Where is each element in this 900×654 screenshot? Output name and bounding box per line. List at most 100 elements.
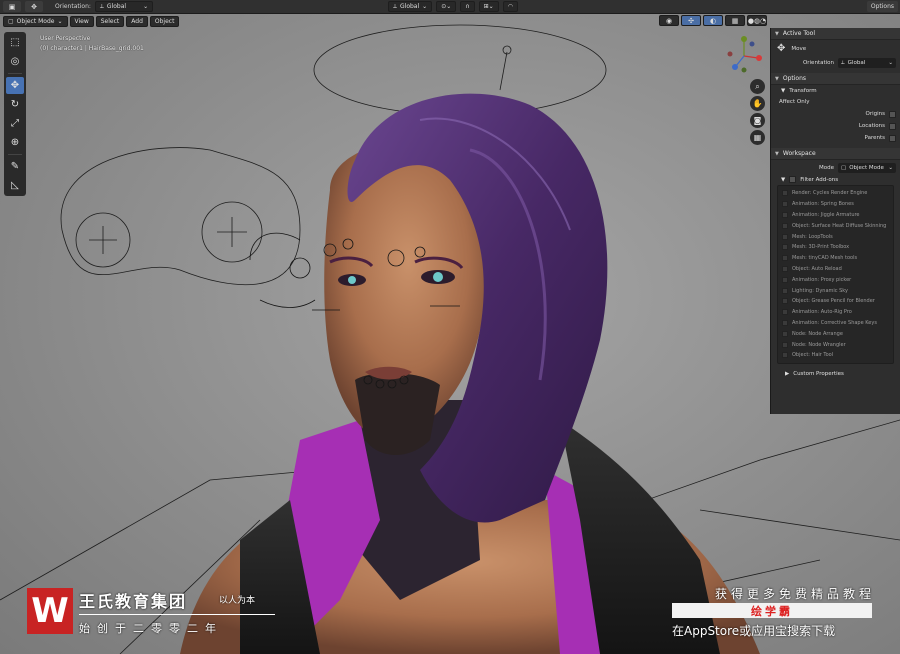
orientation-field[interactable]: ⟂ Global ⌄	[838, 58, 896, 68]
pivot-value: Global	[400, 3, 420, 10]
neg-z-axis-handle[interactable]	[749, 41, 755, 47]
ortho-toggle-button[interactable]: ▦	[750, 130, 765, 145]
addon-item[interactable]: Object: Grease Pencil for Blender	[778, 296, 893, 307]
addon-checkbox[interactable]	[782, 265, 788, 272]
addon-checkbox[interactable]	[782, 341, 788, 348]
addon-item[interactable]: Object: Hair Tool	[778, 350, 893, 361]
transform-tool[interactable]: ⊕	[6, 134, 24, 151]
object-menu[interactable]: Object	[149, 15, 180, 27]
collapse-triangle-icon[interactable]: ▼	[781, 177, 785, 183]
axis-icon: ⟂	[393, 2, 398, 10]
view-menu[interactable]: View	[69, 15, 94, 27]
camera-view-button[interactable]: ◙	[750, 113, 765, 128]
proportional-edit-button[interactable]: ◠	[502, 1, 518, 12]
neg-y-axis-handle[interactable]	[741, 67, 747, 73]
mode-value: Object Mode	[849, 165, 884, 171]
x-axis-handle[interactable]	[756, 55, 762, 61]
locations-checkbox[interactable]	[889, 122, 896, 130]
cursor-tool[interactable]: ◎	[6, 53, 24, 70]
editor-type-button[interactable]: ▣	[3, 1, 21, 12]
snap-button[interactable]: ∩	[460, 1, 475, 12]
axis-icon: ⟂	[99, 2, 104, 10]
options-button[interactable]: Options	[866, 1, 898, 12]
addon-item[interactable]: Node: Node Arrange	[778, 328, 893, 339]
addon-item[interactable]: Animation: Spring Bones	[778, 199, 893, 210]
orientation-label: Orientation:	[55, 3, 91, 10]
orientation-dropdown[interactable]: ⟂ Global ⌄	[94, 1, 154, 12]
addon-label: Animation: Spring Bones	[792, 201, 854, 208]
active-tool-section[interactable]: ▼ Active Tool	[771, 28, 900, 40]
addon-item[interactable]: Mesh: 3D-Print Toolbox	[778, 242, 893, 253]
section-title: Active Tool	[782, 30, 815, 37]
3d-viewport[interactable]: ▣ ✥ Orientation: ⟂ Global ⌄ ⟂ Global ⌄ ⊙…	[0, 0, 900, 654]
addon-item[interactable]: Render: Cycles Render Engine	[778, 188, 893, 199]
shading-buttons[interactable]: ●◍◔	[747, 15, 767, 26]
gizmo-toggle-button[interactable]: ✣	[681, 15, 701, 26]
origins-checkbox[interactable]	[889, 110, 896, 118]
y-axis-handle[interactable]	[741, 36, 747, 42]
rotate-icon: ↻	[10, 99, 20, 110]
select-menu[interactable]: Select	[95, 15, 125, 27]
addon-item[interactable]: Animation: Corrective Shape Keys	[778, 318, 893, 329]
grid-icon: ▦	[753, 133, 762, 142]
custom-properties-section[interactable]: ▶ Custom Properties	[771, 369, 900, 380]
options-section[interactable]: ▼ Options	[771, 73, 900, 85]
addon-checkbox[interactable]	[782, 309, 788, 316]
zoom-view-button[interactable]: ⌕	[750, 79, 765, 94]
addon-item[interactable]: Lighting: Dynamic Sky	[778, 285, 893, 296]
addon-checkbox[interactable]	[782, 244, 788, 251]
eye-icon: ◉	[665, 16, 673, 25]
scale-tool[interactable]: ⤢	[6, 115, 24, 132]
addon-checkbox[interactable]	[782, 222, 788, 229]
parents-checkbox[interactable]	[889, 134, 896, 142]
addon-checkbox[interactable]	[782, 190, 788, 197]
annotate-tool[interactable]: ✎	[6, 158, 24, 175]
mode-field[interactable]: ▢ Object Mode ⌄	[838, 163, 896, 173]
collapse-triangle-icon: ▼	[775, 30, 779, 37]
addon-item[interactable]: Mesh: tinyCAD Mesh tools	[778, 253, 893, 264]
add-menu[interactable]: Add	[126, 15, 148, 27]
rotate-tool[interactable]: ↻	[6, 96, 24, 113]
transform-subsection[interactable]: ▼ Transform	[771, 85, 900, 96]
transform-gizmo-icon[interactable]: ✥	[25, 1, 43, 12]
select-box-tool[interactable]: ⬚	[6, 34, 24, 51]
addon-item[interactable]: Object: Auto Reload	[778, 264, 893, 275]
z-axis-handle[interactable]	[732, 64, 738, 70]
addon-checkbox[interactable]	[782, 330, 788, 337]
addon-item[interactable]: Animation: Proxy picker	[778, 274, 893, 285]
addon-checkbox[interactable]	[782, 352, 788, 359]
addon-item[interactable]: Mesh: LoopTools	[778, 231, 893, 242]
xray-button[interactable]: ▦	[725, 15, 745, 26]
addon-checkbox[interactable]	[782, 298, 788, 305]
addon-checkbox[interactable]	[782, 233, 788, 240]
tool-shelf: ⬚ ◎ ✥ ↻ ⤢ ⊕ ✎ ◺	[4, 32, 26, 196]
pivot-dropdown[interactable]: ⟂ Global ⌄	[388, 1, 433, 12]
addon-checkbox[interactable]	[782, 211, 788, 218]
addon-item[interactable]: Animation: Auto-Rig Pro	[778, 307, 893, 318]
navigation-gizmo[interactable]	[722, 32, 766, 76]
pivot-point-button[interactable]: ⊙⌄	[436, 1, 457, 12]
pan-view-button[interactable]: ✋	[750, 96, 765, 111]
mode-dropdown[interactable]: ▢ Object Mode ⌄	[3, 15, 68, 27]
addon-label: Object: Surface Heat Diffuse Skinning	[792, 222, 887, 229]
addon-item[interactable]: Node: Node Wrangler	[778, 339, 893, 350]
addon-item[interactable]: Animation: Jiggle Armature	[778, 210, 893, 221]
workspace-section[interactable]: ▼ Workspace	[771, 148, 900, 160]
measure-tool[interactable]: ◺	[6, 177, 24, 194]
snap-target-button[interactable]: ⊞⌄	[478, 1, 499, 12]
addon-checkbox[interactable]	[782, 319, 788, 326]
neg-x-axis-handle[interactable]	[727, 51, 733, 57]
addon-checkbox[interactable]	[782, 287, 788, 294]
addon-item[interactable]: Object: Surface Heat Diffuse Skinning	[778, 220, 893, 231]
addon-checkbox[interactable]	[782, 276, 788, 283]
addon-checkbox[interactable]	[782, 201, 788, 208]
addon-checkbox[interactable]	[782, 255, 788, 262]
visibility-button[interactable]: ◉	[659, 15, 679, 26]
viewport-header: ▢ Object Mode ⌄ View Select Add Object	[0, 14, 180, 28]
overlay-toggle-button[interactable]: ◐	[703, 15, 723, 26]
addon-label: Object: Hair Tool	[792, 352, 834, 359]
addon-label: Render: Cycles Render Engine	[792, 190, 868, 197]
filter-addons-checkbox[interactable]	[789, 176, 797, 183]
move-tool[interactable]: ✥	[6, 77, 24, 94]
expand-triangle-icon: ▶	[785, 371, 790, 378]
